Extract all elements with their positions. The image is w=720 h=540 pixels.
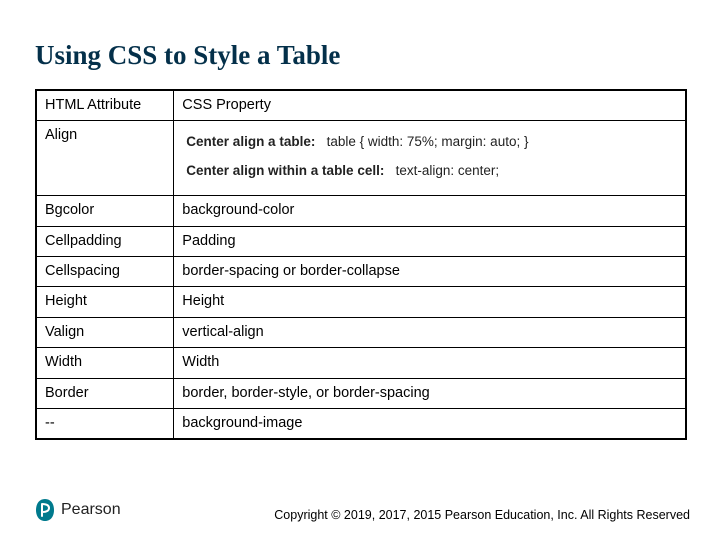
table-row: Valign vertical-align [36, 317, 686, 347]
cell-css: vertical-align [174, 317, 686, 347]
copyright: Copyright © 2019, 2017, 2015 Pearson Edu… [274, 508, 690, 522]
page-title: Using CSS to Style a Table [35, 40, 690, 71]
brand-name: Pearson [61, 501, 121, 519]
table-row: Width Width [36, 348, 686, 378]
cell-css: border-spacing or border-collapse [174, 256, 686, 286]
table-row: Border border, border-style, or border-s… [36, 378, 686, 408]
css-table: HTML Attribute CSS Property Align Center… [35, 89, 687, 440]
table-row: Bgcolor background-color [36, 196, 686, 226]
footer: Pearson Copyright © 2019, 2017, 2015 Pea… [35, 498, 690, 522]
table-row: Height Height [36, 287, 686, 317]
th-html-attribute: HTML Attribute [36, 90, 174, 121]
brand: Pearson [35, 498, 121, 522]
table-row: Cellspacing border-spacing or border-col… [36, 256, 686, 286]
cell-align-attr: Align [36, 121, 174, 196]
cell-attr: Cellpadding [36, 226, 174, 256]
cell-css: background-image [174, 408, 686, 439]
table-row: Cellpadding Padding [36, 226, 686, 256]
cell-attr: Border [36, 378, 174, 408]
align-example-1-code: table { width: 75%; margin: auto; } [327, 134, 529, 149]
cell-css: background-color [174, 196, 686, 226]
align-example-2: Center align within a table cell: text-a… [186, 162, 673, 181]
align-example-2-label: Center align within a table cell: [186, 163, 384, 178]
cell-css: Height [174, 287, 686, 317]
align-example-1: Center align a table: table { width: 75%… [186, 133, 673, 152]
pearson-logo-icon [35, 498, 55, 522]
th-css-property: CSS Property [174, 90, 686, 121]
slide: Using CSS to Style a Table HTML Attribut… [0, 0, 720, 540]
cell-attr: Height [36, 287, 174, 317]
cell-attr: Bgcolor [36, 196, 174, 226]
cell-css: Padding [174, 226, 686, 256]
align-examples: Center align a table: table { width: 75%… [182, 127, 677, 189]
cell-attr: Cellspacing [36, 256, 174, 286]
cell-align-css: Center align a table: table { width: 75%… [174, 121, 686, 196]
table-header-row: HTML Attribute CSS Property [36, 90, 686, 121]
table-row-align: Align Center align a table: table { widt… [36, 121, 686, 196]
table-row: -- background-image [36, 408, 686, 439]
cell-css: border, border-style, or border-spacing [174, 378, 686, 408]
cell-attr: Valign [36, 317, 174, 347]
align-example-1-label: Center align a table: [186, 134, 315, 149]
cell-css: Width [174, 348, 686, 378]
align-example-2-code: text-align: center; [396, 163, 500, 178]
cell-attr: Width [36, 348, 174, 378]
cell-attr: -- [36, 408, 174, 439]
